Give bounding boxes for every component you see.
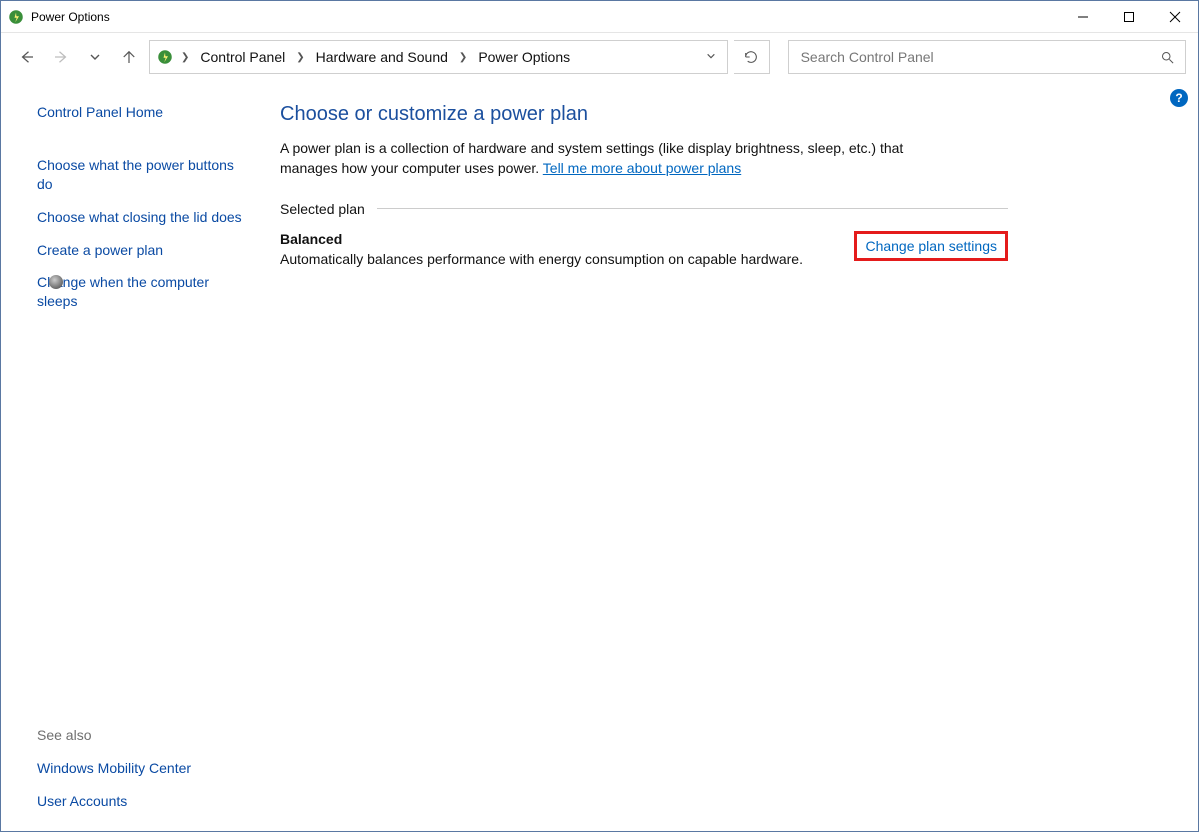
divider	[377, 208, 1008, 209]
title-bar: Power Options	[1, 1, 1198, 33]
breadcrumb-item[interactable]: Control Panel	[196, 47, 289, 67]
breadcrumb-item[interactable]: Hardware and Sound	[312, 47, 452, 67]
search-icon	[1160, 50, 1175, 65]
power-options-icon	[7, 8, 25, 26]
change-plan-settings-link[interactable]: Change plan settings	[854, 231, 1008, 261]
recent-dropdown[interactable]	[81, 43, 109, 71]
minimize-button[interactable]	[1060, 1, 1106, 33]
page-description: A power plan is a collection of hardware…	[280, 138, 960, 179]
see-also-link[interactable]: Windows Mobility Center	[37, 759, 244, 778]
forward-button[interactable]	[47, 43, 75, 71]
sidebar: Control Panel Home Choose what the power…	[1, 81, 256, 831]
power-options-icon	[156, 48, 174, 66]
section-label: Selected plan	[280, 201, 365, 217]
selected-plan-section: Selected plan	[280, 201, 1008, 217]
content-area: ? Control Panel Home Choose what the pow…	[1, 81, 1198, 831]
chevron-right-icon: ❯	[456, 52, 470, 63]
see-also-label: See also	[37, 727, 244, 743]
page-heading: Choose or customize a power plan	[280, 103, 1008, 126]
maximize-button[interactable]	[1106, 1, 1152, 33]
control-panel-home-link[interactable]: Control Panel Home	[37, 103, 244, 122]
search-input[interactable]	[799, 48, 1152, 66]
up-button[interactable]	[115, 43, 143, 71]
sidebar-link[interactable]: Choose what closing the lid does	[37, 208, 244, 227]
see-also-link[interactable]: User Accounts	[37, 792, 244, 811]
sidebar-link[interactable]: Create a power plan	[37, 241, 244, 260]
back-button[interactable]	[13, 43, 41, 71]
power-plan-row: Balanced Automatically balances performa…	[280, 231, 1008, 267]
window-title: Power Options	[31, 10, 110, 24]
tell-me-more-link[interactable]: Tell me more about power plans	[543, 160, 741, 176]
breadcrumb-item[interactable]: Power Options	[474, 47, 574, 67]
help-icon[interactable]: ?	[1170, 89, 1188, 107]
address-bar[interactable]: ❯ Control Panel ❯ Hardware and Sound ❯ P…	[149, 40, 728, 74]
main-panel: Choose or customize a power plan A power…	[256, 81, 1198, 831]
refresh-button[interactable]	[734, 40, 770, 74]
close-button[interactable]	[1152, 1, 1198, 33]
chevron-right-icon: ❯	[178, 52, 192, 63]
window-frame: Power Options ❯	[0, 0, 1199, 832]
chevron-right-icon: ❯	[293, 52, 307, 63]
sidebar-link[interactable]: Change when the computer sleeps	[37, 273, 244, 311]
plan-description: Automatically balances performance with …	[280, 251, 803, 267]
sidebar-link[interactable]: Choose what the power buttons do	[37, 156, 244, 194]
search-box[interactable]	[788, 40, 1186, 74]
plan-name: Balanced	[280, 231, 803, 247]
address-dropdown[interactable]	[701, 51, 721, 64]
navigation-bar: ❯ Control Panel ❯ Hardware and Sound ❯ P…	[1, 33, 1198, 81]
